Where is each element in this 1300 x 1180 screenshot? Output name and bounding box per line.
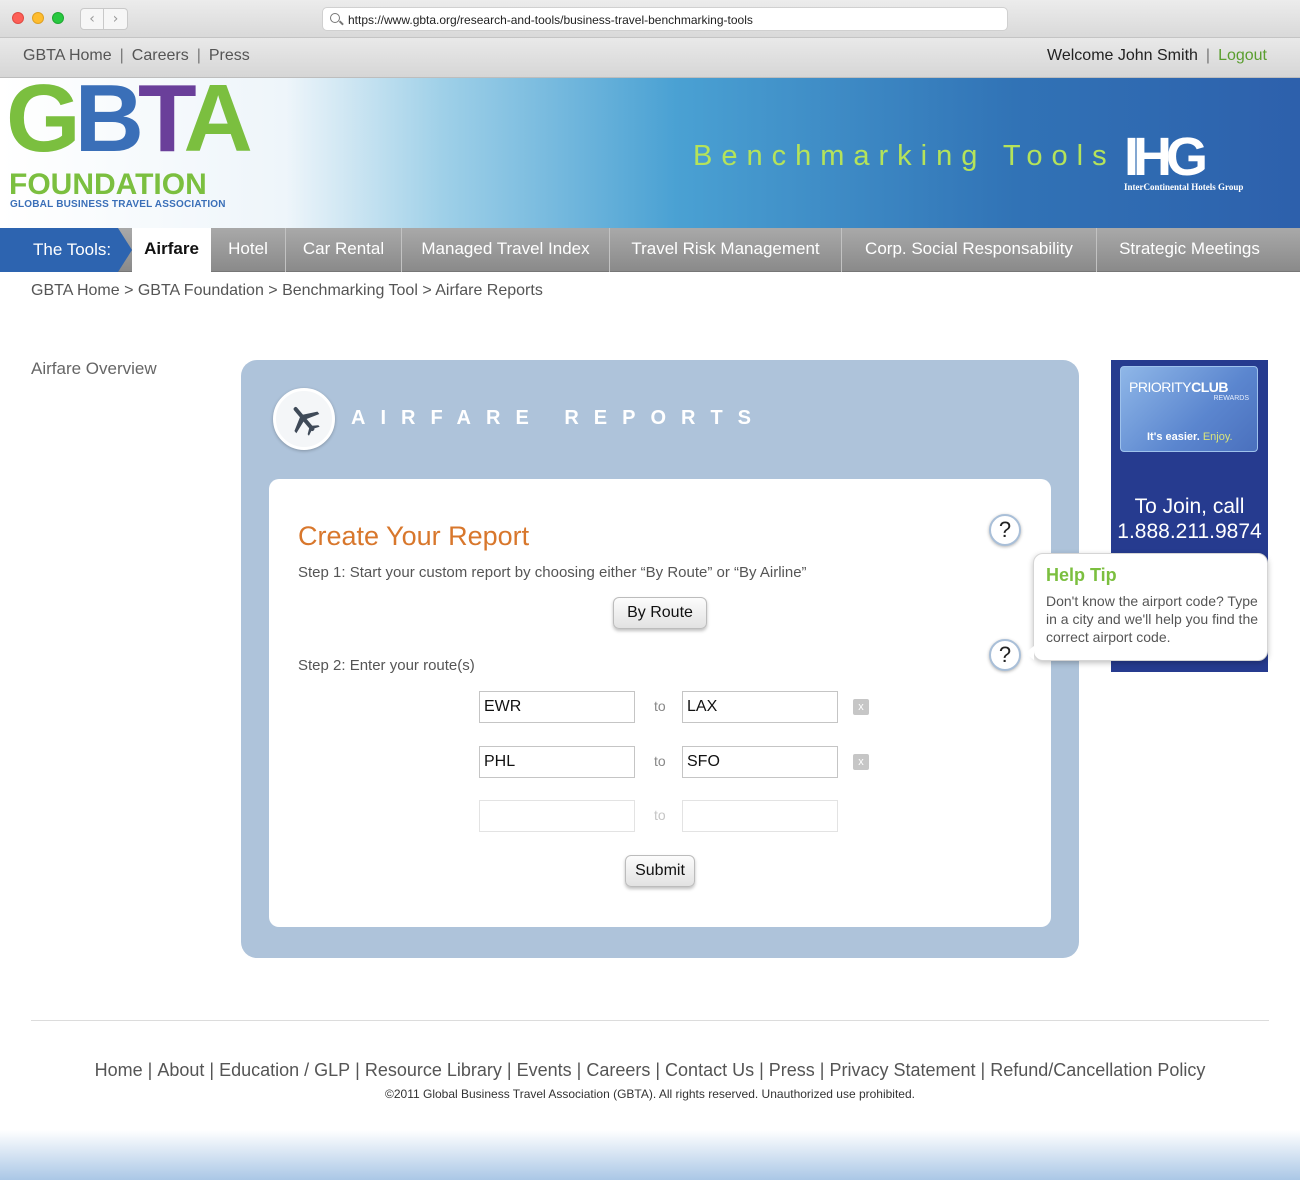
route-3-destination-input[interactable] xyxy=(682,800,838,832)
footer-nav: Home | About | Education / GLP | Resource Libr… xyxy=(0,1060,1300,1081)
footer-link-resource-library[interactable]: Resource Library xyxy=(360,1060,507,1080)
help-tip-body: Don't know the airport code? Type in a c… xyxy=(1046,593,1259,645)
step1-text: Step 1: Start your custom report by choo… xyxy=(298,564,807,581)
route-2-remove-icon[interactable]: x xyxy=(853,754,869,770)
search-icon xyxy=(330,13,340,23)
by-route-button[interactable]: By Route xyxy=(613,597,707,629)
browser-back-button[interactable]: ‹ xyxy=(80,8,104,30)
tab-managed-travel-index[interactable]: Managed Travel Index xyxy=(402,228,610,272)
footer-gradient xyxy=(0,1130,1300,1180)
route-1-remove-icon[interactable]: x xyxy=(853,699,869,715)
tools-nav: The Tools: Airfare Hotel Car Rental Mana… xyxy=(0,228,1300,272)
address-bar[interactable]: https://www.gbta.org/research-and-tools/… xyxy=(322,7,1008,31)
footer-link-about[interactable]: About xyxy=(152,1060,209,1080)
utility-links: GBTA Home | Careers | Press xyxy=(23,47,250,64)
tab-airfare[interactable]: Airfare xyxy=(132,228,211,272)
footer-link-events[interactable]: Events xyxy=(512,1060,577,1080)
submit-button[interactable]: Submit xyxy=(625,855,695,887)
banner-title: Benchmarking Tools xyxy=(693,140,1116,172)
priority-club-card: PRIORITYCLUB REWARDS It's easier. Enjoy. xyxy=(1120,366,1258,452)
route-1-to-label: to xyxy=(654,698,666,714)
airplane-icon xyxy=(273,388,335,450)
panel-title: AIRFARE REPORTS xyxy=(351,407,767,429)
route-2-to-label: to xyxy=(654,753,666,769)
browser-chrome: ‹ › https://www.gbta.org/research-and-to… xyxy=(0,0,1300,38)
footer-link-contact[interactable]: Contact Us xyxy=(660,1060,759,1080)
site-banner: GBTA FOUNDATION GLOBAL BUSINESS TRAVEL A… xyxy=(0,65,1300,228)
tab-strategic-meetings[interactable]: Strategic Meetings xyxy=(1097,228,1282,272)
footer-link-careers[interactable]: Careers xyxy=(581,1060,655,1080)
card-title: Create Your Report xyxy=(298,521,530,551)
footer-link-press[interactable]: Press xyxy=(764,1060,820,1080)
footer-link-education[interactable]: Education / GLP xyxy=(214,1060,355,1080)
gbta-home-link[interactable]: GBTA Home xyxy=(23,47,112,64)
window-zoom-button[interactable] xyxy=(52,12,64,24)
copyright-text: ©2011 Global Business Travel Association… xyxy=(385,1087,915,1101)
route-1-origin-input[interactable]: EWR xyxy=(479,691,635,723)
route-2-origin-input[interactable]: PHL xyxy=(479,746,635,778)
welcome-text: Welcome John Smith xyxy=(1047,47,1198,64)
report-card: Create Your Report Step 1: Start your cu… xyxy=(269,479,1051,927)
tab-corp-social-responsability[interactable]: Corp. Social Responsability xyxy=(842,228,1097,272)
route-2-destination-input[interactable]: SFO xyxy=(682,746,838,778)
airfare-reports-panel: AIRFARE REPORTS Create Your Report Step … xyxy=(241,360,1079,958)
tab-car-rental[interactable]: Car Rental xyxy=(286,228,402,272)
help-tip-title: Help Tip xyxy=(1046,565,1117,585)
help-icon-step2[interactable]: ? xyxy=(989,639,1021,671)
footer-link-home[interactable]: Home xyxy=(90,1060,148,1080)
airfare-overview-link[interactable]: Airfare Overview xyxy=(31,359,157,379)
help-tip-tooltip: Help Tip Don't know the airport code? Ty… xyxy=(1025,553,1268,661)
user-area: Welcome John Smith | Logout xyxy=(1047,47,1267,64)
route-3-origin-input[interactable] xyxy=(479,800,635,832)
window-minimize-button[interactable] xyxy=(32,12,44,24)
route-1-destination-input[interactable]: LAX xyxy=(682,691,838,723)
logout-link[interactable]: Logout xyxy=(1218,47,1267,64)
breadcrumb[interactable]: GBTA Home > GBTA Foundation > Benchmarki… xyxy=(31,282,543,300)
ihg-logo: IHG InterContinental Hotels Group xyxy=(1124,127,1244,192)
window-close-button[interactable] xyxy=(12,12,24,24)
tab-travel-risk-management[interactable]: Travel Risk Management xyxy=(610,228,842,272)
footer-divider xyxy=(31,1020,1269,1021)
careers-link[interactable]: Careers xyxy=(132,47,189,64)
address-url: https://www.gbta.org/research-and-tools/… xyxy=(348,13,753,27)
browser-forward-button[interactable]: › xyxy=(104,8,128,30)
tools-label: The Tools: xyxy=(0,228,132,272)
route-3-to-label: to xyxy=(654,807,666,823)
step2-text: Step 2: Enter your route(s) xyxy=(298,657,475,674)
gbta-foundation-logo[interactable]: GBTA FOUNDATION GLOBAL BUSINESS TRAVEL A… xyxy=(6,65,253,228)
ad-join-text: To Join, call 1.888.211.9874 xyxy=(1117,495,1262,543)
help-icon-step1[interactable]: ? xyxy=(989,514,1021,546)
footer-link-privacy[interactable]: Privacy Statement xyxy=(824,1060,980,1080)
press-link[interactable]: Press xyxy=(209,47,250,64)
tab-hotel[interactable]: Hotel xyxy=(211,228,286,272)
footer-link-refund[interactable]: Refund/Cancellation Policy xyxy=(985,1060,1210,1080)
